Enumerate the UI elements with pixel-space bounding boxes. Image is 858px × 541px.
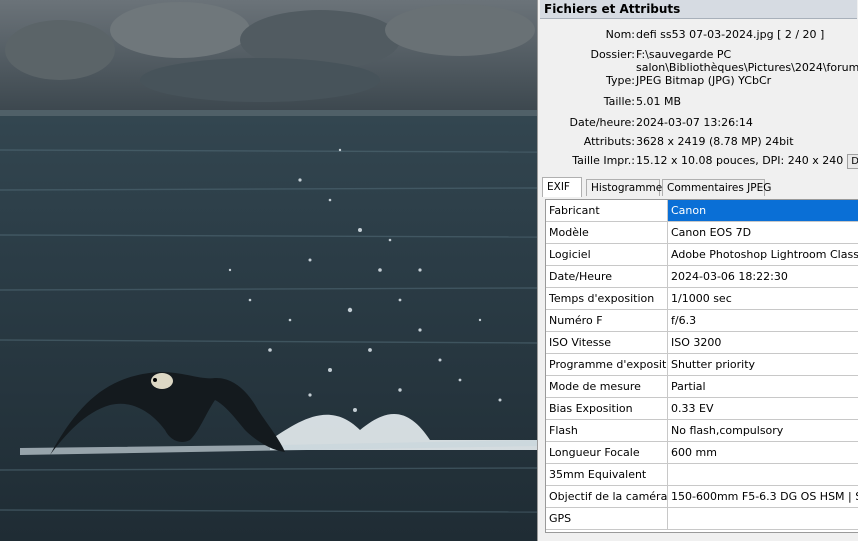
table-row[interactable]: Objectif de la caméra 150-600mm F5-6.3 D… [546,486,858,508]
exif-value: Canon EOS 7D [671,226,752,239]
exif-key: ISO Vitesse [546,332,668,353]
exif-value [668,464,858,485]
file-attributes-panel: Fichiers et Attributs Nom: defi ss53 07-… [537,0,858,541]
table-row[interactable]: Programme d'exposition Shutter priority [546,354,858,376]
tab-jpeg-comments[interactable]: Commentaires JPEG [662,179,771,196]
exif-value: 600 mm [671,446,717,459]
table-row[interactable]: Mode de mesure Partial [546,376,858,398]
exif-key: Modèle [546,222,668,243]
print-size-value: 15.12 x 10.08 pouces, DPI: 240 x 240 [636,154,844,167]
exif-value [668,508,858,529]
table-row[interactable]: Temps d'exposition 1/1000 sec [546,288,858,310]
exif-key: 35mm Equivalent [546,464,668,485]
exif-value: 150-600mm F5-6.3 DG OS HSM | Spor [671,490,858,503]
exif-value: Partial [671,380,706,393]
prop-value: 3628 x 2419 (8.78 MP) 24bit [636,135,794,148]
exif-value: Shutter priority [671,358,756,371]
prop-value: salon\Bibliothèques\Pictures\2024\forum\ [636,61,858,74]
table-row[interactable]: Flash No flash,compulsory [546,420,858,442]
prop-value: F:\sauvegarde PC [636,48,732,61]
prop-label: Date/heure: [569,116,635,129]
prop-label: Taille: [603,95,635,108]
table-row[interactable]: Longueur Focale 600 mm [546,442,858,464]
exif-key: Longueur Focale [546,442,668,463]
table-row[interactable]: Date/Heure 2024-03-06 18:22:30 [546,266,858,288]
exif-key: Programme d'exposition [546,354,668,375]
prop-label: Dossier: [590,48,635,61]
prop-value: 15.12 x 10.08 pouces, DPI: 240 x 240DPI [636,154,858,169]
prop-label: Nom: [605,28,635,41]
cormorant-photo [0,0,537,541]
exif-key: Date/Heure [546,266,668,287]
exif-value: 2024-03-06 18:22:30 [671,270,788,283]
prop-label: Attributs: [583,135,635,148]
exif-key: Numéro F [546,310,668,331]
exif-value: Adobe Photoshop Lightroom Classic 1 [671,248,858,261]
prop-value: 2024-03-07 13:26:14 [636,116,753,129]
prop-value: 5.01 MB [636,95,682,108]
dpi-button[interactable]: DPI [847,154,858,169]
exif-value: Canon [668,200,858,221]
exif-value: No flash,compulsory [671,424,784,437]
exif-key: Fabricant [546,200,668,221]
panel-title: Fichiers et Attributs [540,0,857,19]
exif-key: Mode de mesure [546,376,668,397]
prop-value: JPEG Bitmap (JPG) YCbCr [636,74,772,87]
table-row[interactable]: Fabricant Canon [546,200,858,222]
table-row[interactable]: GPS [546,508,858,530]
exif-value: 1/1000 sec [671,292,732,305]
exif-key: Bias Exposition [546,398,668,419]
tab-exif[interactable]: EXIF [542,177,582,197]
tab-histogram[interactable]: Histogramme [586,179,662,196]
exif-value: ISO 3200 [671,336,722,349]
exif-key: GPS [546,508,668,529]
exif-key: Temps d'exposition [546,288,668,309]
table-row[interactable]: 35mm Equivalent [546,464,858,486]
prop-label: Taille Impr.: [572,154,635,167]
exif-key: Logiciel [546,244,668,265]
exif-key: Flash [546,420,668,441]
photo-preview [0,0,537,541]
exif-value: 0.33 EV [671,402,714,415]
exif-table[interactable]: Fabricant Canon Modèle Canon EOS 7D Logi… [545,199,858,533]
table-row[interactable]: ISO Vitesse ISO 3200 [546,332,858,354]
prop-label: Type: [606,74,635,87]
exif-value: f/6.3 [671,314,697,327]
table-row[interactable]: Modèle Canon EOS 7D [546,222,858,244]
info-tabs: EXIF Histogramme Commentaires JPEG [542,177,854,197]
table-row[interactable]: Numéro F f/6.3 [546,310,858,332]
exif-key: Objectif de la caméra [546,486,668,507]
table-row[interactable]: Bias Exposition 0.33 EV [546,398,858,420]
table-row[interactable]: Logiciel Adobe Photoshop Lightroom Class… [546,244,858,266]
prop-value: defi ss53 07-03-2024.jpg [ 2 / 20 ] [636,28,825,41]
